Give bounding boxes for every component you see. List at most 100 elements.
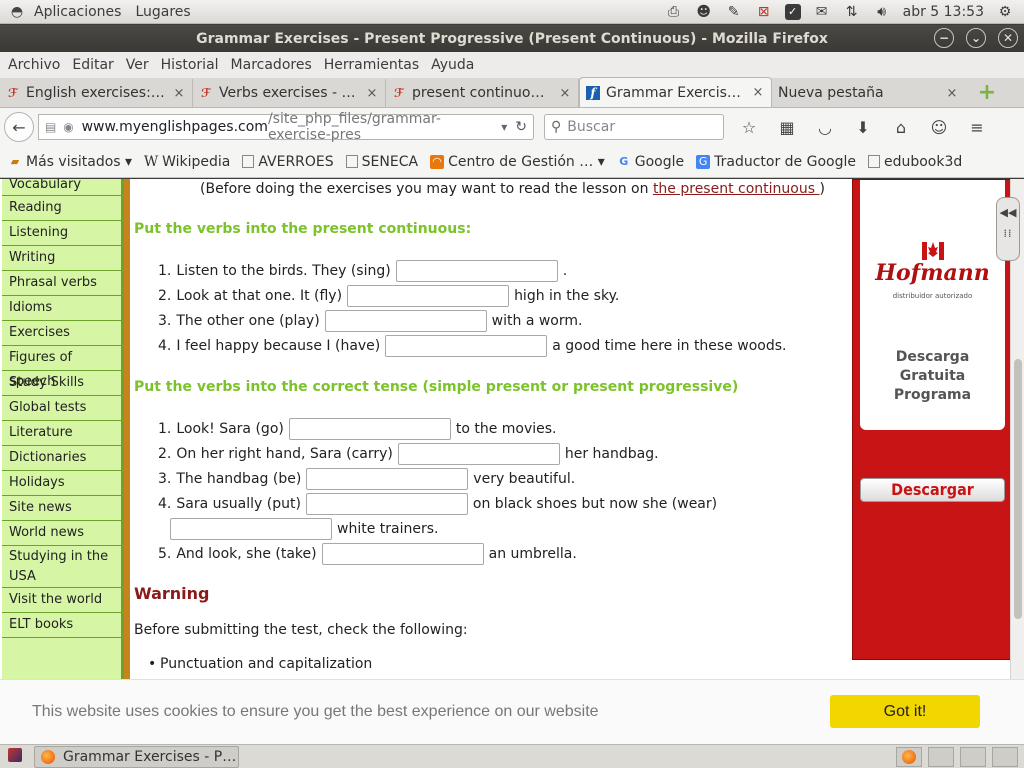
sidebar-item-figures-of-speech[interactable]: Figures of speech [2, 346, 121, 389]
printer-icon[interactable]: ⎙ [665, 4, 683, 20]
bookmark-edubook3d[interactable]: edubook3d [867, 154, 962, 170]
tab-close-icon[interactable]: × [172, 86, 186, 101]
answer-input[interactable] [305, 493, 468, 515]
tab-close-icon[interactable]: × [751, 85, 765, 100]
home-icon[interactable]: ⌂ [890, 116, 912, 138]
menu-marcadores[interactable]: Marcadores [231, 57, 312, 73]
workspace-3[interactable] [960, 746, 986, 767]
bookmark-mas-visitados[interactable]: ▰ Más visitados ▾ [8, 154, 132, 170]
menu-editar[interactable]: Editar [72, 57, 113, 73]
sidebar-toggle-handle[interactable]: ◀◀ ⁞⁞ [996, 197, 1020, 261]
workspace-2[interactable] [928, 746, 954, 767]
menu-ver[interactable]: Ver [126, 57, 149, 73]
ad-line: Programa [893, 387, 972, 403]
applications-menu[interactable]: Aplicaciones [34, 4, 121, 20]
tab-new-tab[interactable]: Nueva pestaña × [772, 79, 965, 107]
tab-verbs-exercises[interactable]: ℱ Verbs exercises - … × [193, 79, 386, 107]
sidebar-item-dictionaries[interactable]: Dictionaries [2, 446, 121, 471]
answer-input[interactable] [395, 260, 558, 282]
sidebar-item-vocabulary[interactable]: Vocabulary [2, 179, 121, 196]
sidebar-item-exercises[interactable]: Exercises [2, 321, 121, 346]
bookmark-averroes[interactable]: AVERROES [242, 154, 334, 170]
tab-close-icon[interactable]: × [365, 86, 379, 101]
download-icon[interactable]: ⬇ [852, 116, 874, 138]
menu-historial[interactable]: Historial [161, 57, 219, 73]
back-arrow-icon[interactable]: ← [4, 112, 34, 142]
reload-icon[interactable]: ↻ [515, 119, 527, 135]
sidebar-item-writing[interactable]: Writing [2, 246, 121, 271]
tab-english-exercises[interactable]: ℱ English exercises:… × [0, 79, 193, 107]
tab-close-icon[interactable]: × [558, 86, 572, 101]
taskbar-window-firefox[interactable]: Grammar Exercises - P… [34, 745, 239, 768]
ad-download-button[interactable]: Descargar [860, 478, 1005, 502]
answer-input[interactable] [347, 285, 510, 307]
bookmark-star-icon[interactable]: ☆ [738, 116, 760, 138]
menu-ayuda[interactable]: Ayuda [431, 57, 474, 73]
workspace-4[interactable] [992, 746, 1018, 767]
lesson-link[interactable]: the present continuous [653, 181, 820, 197]
bookmark-centro-gestion[interactable]: ◠ Centro de Gestión … ▾ [430, 154, 605, 170]
blocked-icon[interactable]: ⊠ [755, 4, 773, 20]
maximize-icon[interactable]: ⌄ [966, 28, 986, 48]
mail-icon[interactable]: ✉ [813, 4, 831, 20]
bookmark-wikipedia[interactable]: W Wikipedia [144, 154, 230, 170]
answer-input[interactable] [170, 518, 332, 540]
search-input[interactable]: ⚲ Buscar [544, 114, 724, 140]
checkbox-icon[interactable]: ✓ [784, 3, 801, 20]
advertisement-banner[interactable]: Hofmann distribuidor autorizado Descarga… [852, 179, 1010, 660]
menu-herramientas[interactable]: Herramientas [324, 57, 419, 73]
answer-input[interactable] [321, 543, 484, 565]
item-prompt: Look! Sara (go) [176, 421, 284, 437]
ubuntu-logo-icon[interactable]: ◓ [8, 3, 26, 21]
new-tab-plus-icon[interactable]: + [975, 80, 999, 105]
bookmark-google[interactable]: G Google [617, 154, 684, 170]
tab-close-icon[interactable]: × [945, 86, 959, 101]
sidebar-item-idioms[interactable]: Idioms [2, 296, 121, 321]
url-dropdown-icon[interactable]: ▾ [501, 120, 507, 134]
menu-archivo[interactable]: Archivo [8, 57, 60, 73]
tab-present-continuous[interactable]: ℱ present continuo… × [386, 79, 579, 107]
bookmark-traductor[interactable]: G Traductor de Google [696, 154, 856, 170]
item-number: 4. [158, 496, 172, 512]
sidebar-item-visit-the-world[interactable]: Visit the world [2, 588, 121, 613]
sidebar-item-elt-books[interactable]: ELT books [2, 613, 121, 638]
workspace-1[interactable] [896, 746, 922, 767]
sidebar-item-holidays[interactable]: Holidays [2, 471, 121, 496]
answer-input[interactable] [306, 468, 469, 490]
settings-gear-icon[interactable]: ⚙ [996, 4, 1014, 20]
cookie-accept-button[interactable]: Got it! [830, 695, 980, 728]
network-icon[interactable]: ⇅ [843, 4, 861, 20]
volume-icon[interactable]: 🔊︎ [873, 4, 891, 20]
ad-card[interactable]: Hofmann distribuidor autorizado Descarga… [860, 180, 1005, 430]
show-desktop-icon[interactable] [8, 748, 22, 762]
reading-list-icon[interactable]: ▦ [776, 116, 798, 138]
sidebar-item-global-tests[interactable]: Global tests [2, 396, 121, 421]
sidebar-item-studying-usa[interactable]: Studying in the USA [2, 546, 121, 588]
sidebar-item-study-skills[interactable]: Study Skills [2, 371, 121, 396]
people-icon[interactable]: ☻ [695, 4, 713, 20]
answer-input[interactable] [324, 310, 487, 332]
sidebar-item-world-news[interactable]: World news [2, 521, 121, 546]
bookmark-seneca[interactable]: SENECA [345, 154, 418, 170]
url-bar[interactable]: ▤ ◉ www.myenglishpages.com/site_php_file… [38, 111, 534, 143]
places-menu[interactable]: Lugares [135, 4, 190, 20]
minimize-icon[interactable]: − [934, 28, 954, 48]
chat-icon[interactable]: ☺ [928, 116, 950, 138]
sidebar-item-site-news[interactable]: Site news [2, 496, 121, 521]
close-icon[interactable]: ✕ [998, 28, 1018, 48]
answer-input[interactable] [397, 443, 560, 465]
clock[interactable]: abr 5 13:53 [903, 4, 984, 20]
page-info-icon[interactable]: ▤ [45, 120, 57, 134]
globe-icon[interactable]: ◉ [63, 120, 75, 134]
answer-input[interactable] [288, 418, 451, 440]
sidebar-item-literature[interactable]: Literature [2, 421, 121, 446]
scrollbar-thumb[interactable] [1014, 359, 1022, 619]
sidebar-item-phrasal-verbs[interactable]: Phrasal verbs [2, 271, 121, 296]
answer-input[interactable] [385, 335, 548, 357]
sidebar-item-listening[interactable]: Listening [2, 221, 121, 246]
pocket-icon[interactable]: ◡ [814, 116, 836, 138]
tab-grammar-exercises[interactable]: f Grammar Exercis… × [579, 77, 772, 107]
hamburger-menu-icon[interactable]: ≡ [966, 116, 988, 138]
notes-icon[interactable]: ✎ [725, 4, 743, 20]
sidebar-item-reading[interactable]: Reading [2, 196, 121, 221]
